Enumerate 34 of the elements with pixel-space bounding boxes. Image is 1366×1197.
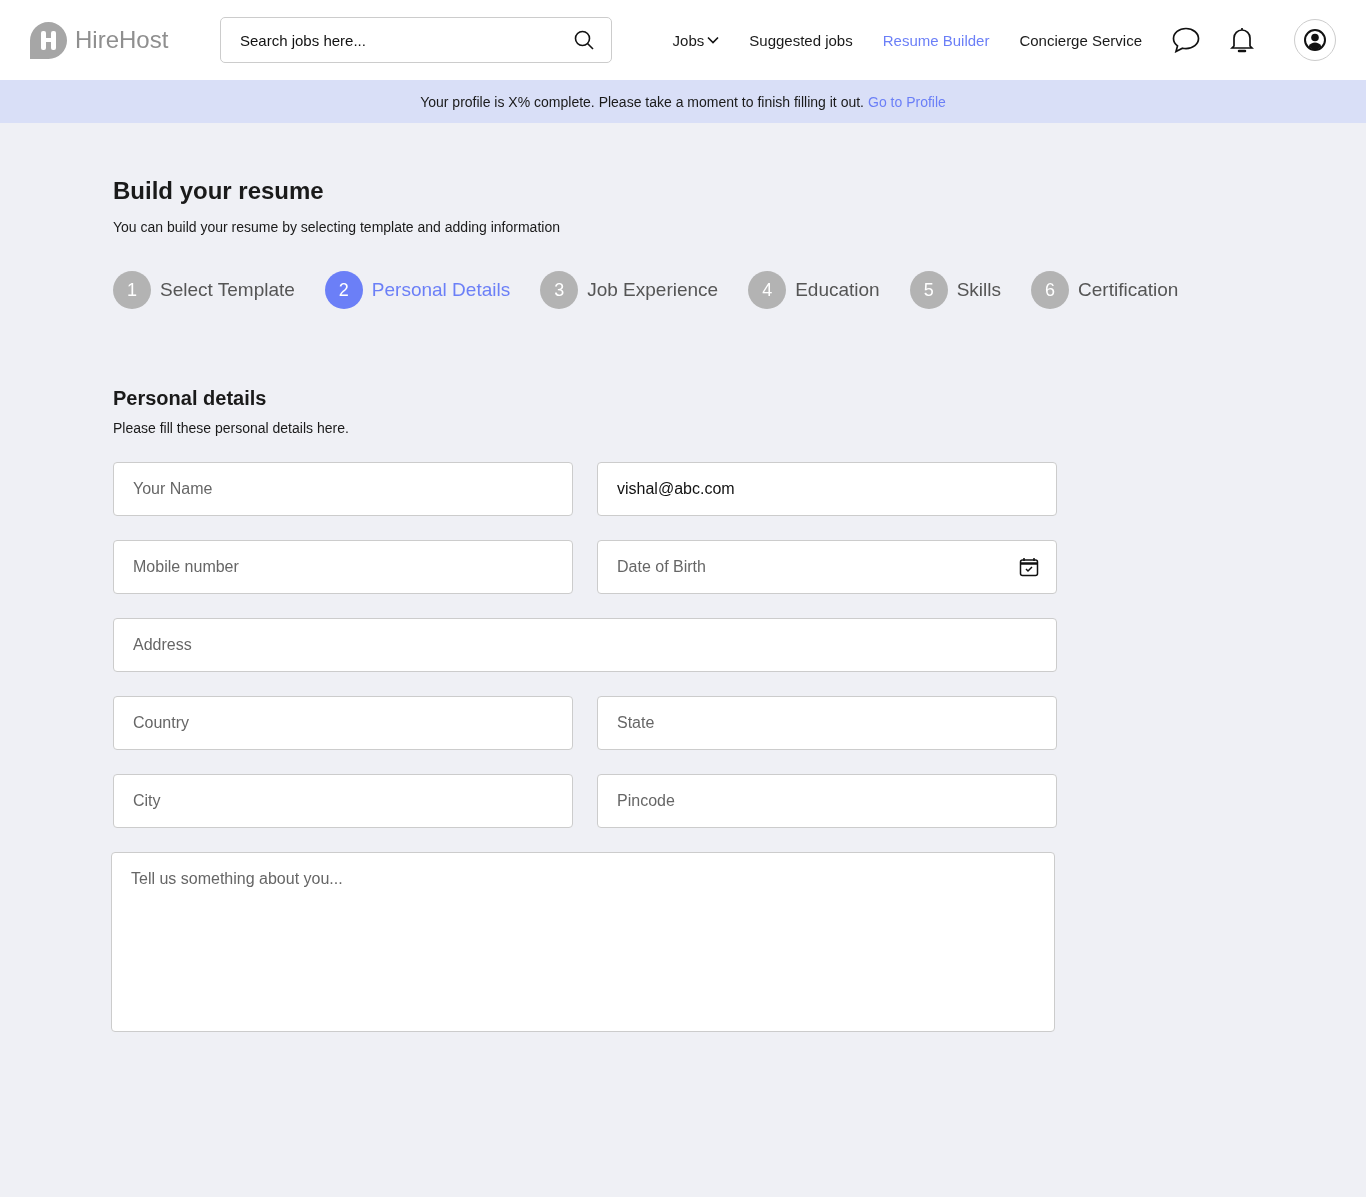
step-number[interactable]: 2 bbox=[324, 271, 363, 309]
input-field[interactable]: Country bbox=[113, 696, 573, 750]
nav-link[interactable]: Suggested jobs bbox=[749, 31, 853, 49]
step-label[interactable]: Certification bbox=[1078, 279, 1179, 301]
input-field[interactable]: Your Name bbox=[113, 462, 573, 516]
input-field[interactable]: Mobile number bbox=[113, 540, 573, 594]
bell-icon[interactable] bbox=[1230, 26, 1254, 54]
calendar-icon[interactable] bbox=[1019, 557, 1039, 577]
step-label[interactable]: Job Experience bbox=[587, 279, 719, 301]
nav-link[interactable]: Concierge Service bbox=[1019, 31, 1142, 49]
logo-icon bbox=[30, 21, 67, 59]
search-field[interactable]: Search jobs here... bbox=[220, 17, 612, 63]
page-subtitle: You can build your resume by selecting template and adding information bbox=[113, 219, 561, 235]
user-icon bbox=[1304, 29, 1326, 51]
input-field[interactable]: Date of Birth bbox=[597, 540, 1057, 594]
search-icon[interactable] bbox=[574, 30, 594, 50]
about-textarea[interactable]: Tell us something about you... bbox=[111, 852, 1055, 1032]
step-label[interactable]: Education bbox=[795, 279, 880, 301]
banner-message: Your profile is X% complete. Please take a moment to finish filling it out. bbox=[420, 93, 864, 110]
nav-link[interactable]: Resume Builder bbox=[882, 31, 990, 49]
input-field[interactable]: City bbox=[113, 774, 573, 828]
input-field[interactable]: Pincode bbox=[597, 774, 1057, 828]
input-field[interactable]: vishal@abc.com bbox=[597, 462, 1057, 516]
section-title: Personal details bbox=[113, 387, 268, 410]
input-field[interactable]: State bbox=[597, 696, 1057, 750]
nav-link[interactable]: Jobs bbox=[672, 31, 720, 49]
chevron-down-icon bbox=[707, 36, 720, 44]
logo-text: HireHost bbox=[75, 26, 169, 54]
step-label[interactable]: Select Template bbox=[160, 279, 295, 301]
input-field[interactable]: Address bbox=[113, 618, 1057, 672]
section-subtitle: Please fill these personal details here. bbox=[113, 420, 350, 436]
chat-icon[interactable] bbox=[1172, 27, 1200, 53]
step-label[interactable]: Skills bbox=[956, 279, 1001, 301]
page-title: Build your resume bbox=[113, 177, 325, 205]
